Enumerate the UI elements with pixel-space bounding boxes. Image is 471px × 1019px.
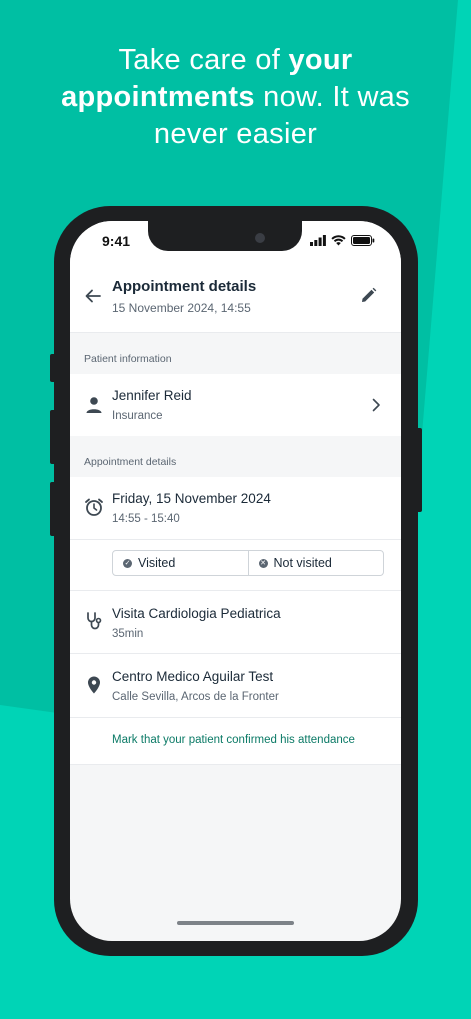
patient-name: Jennifer Reid xyxy=(112,388,192,403)
headline-bold-1: your xyxy=(288,44,353,76)
stethoscope-icon xyxy=(87,612,102,630)
check-circle-icon: ✓ xyxy=(123,558,132,568)
chevron-right-icon xyxy=(372,398,380,412)
person-icon xyxy=(86,397,102,413)
divider xyxy=(70,717,401,718)
divider xyxy=(70,764,401,765)
edit-pencil-icon[interactable] xyxy=(360,287,377,304)
confirm-attendance-link[interactable]: Mark that your patient confirmed his att… xyxy=(112,734,355,746)
status-bar: 9:41 xyxy=(70,221,401,269)
section-label-patient: Patient information xyxy=(84,353,172,365)
phone-frame: 9:41 Appointment details 15 November 202… xyxy=(54,206,418,956)
section-label-appointment: Appointment details xyxy=(84,456,177,468)
notch xyxy=(148,221,302,251)
back-arrow-icon[interactable] xyxy=(84,287,102,305)
visited-button[interactable]: ✓ Visited xyxy=(113,551,248,575)
divider xyxy=(70,590,401,591)
patient-row[interactable]: Jennifer Reid Insurance xyxy=(70,374,401,436)
headline-bold-2: appointments xyxy=(61,81,255,113)
page-subtitle: 15 November 2024, 14:55 xyxy=(112,301,251,315)
patient-insurance: Insurance xyxy=(112,410,163,422)
headline-text-3: never easier xyxy=(153,118,318,150)
headline-text-1: Take care of xyxy=(118,44,289,76)
location-address: Calle Sevilla, Arcos de la Fronter xyxy=(112,691,279,703)
app-header: Appointment details 15 November 2024, 14… xyxy=(70,269,401,333)
headline-text-2: now. It was xyxy=(254,81,410,113)
x-circle-icon: ✕ xyxy=(258,558,268,568)
divider xyxy=(70,653,401,654)
appointment-card: Friday, 15 November 2024 14:55 - 15:40 ✓… xyxy=(70,477,401,764)
attendance-toggle: ✓ Visited ✕ Not visited xyxy=(112,550,384,576)
battery-icon xyxy=(351,235,375,246)
service-name: Visita Cardiologia Pediatrica xyxy=(112,606,281,621)
signal-icon xyxy=(310,235,326,246)
appointment-date: Friday, 15 November 2024 xyxy=(112,491,271,506)
location-name: Centro Medico Aguilar Test xyxy=(112,669,274,684)
page-title: Appointment details xyxy=(112,278,257,295)
visited-label: Visited xyxy=(138,556,176,570)
status-icons xyxy=(310,235,375,246)
home-indicator xyxy=(177,921,294,925)
alarm-clock-icon xyxy=(85,498,103,516)
not-visited-button[interactable]: ✕ Not visited xyxy=(247,551,384,575)
wifi-icon xyxy=(331,235,346,246)
service-duration: 35min xyxy=(112,628,144,640)
not-visited-label: Not visited xyxy=(273,556,332,570)
attendance-toggle-row: ✓ Visited ✕ Not visited xyxy=(70,540,401,590)
phone-screen: 9:41 Appointment details 15 November 202… xyxy=(70,221,401,941)
promo-headline: Take care of your appointments now. It w… xyxy=(0,42,471,153)
location-pin-icon xyxy=(88,676,100,694)
appointment-time-range: 14:55 - 15:40 xyxy=(112,513,180,525)
camera-icon xyxy=(255,233,265,243)
status-time: 9:41 xyxy=(102,233,131,249)
